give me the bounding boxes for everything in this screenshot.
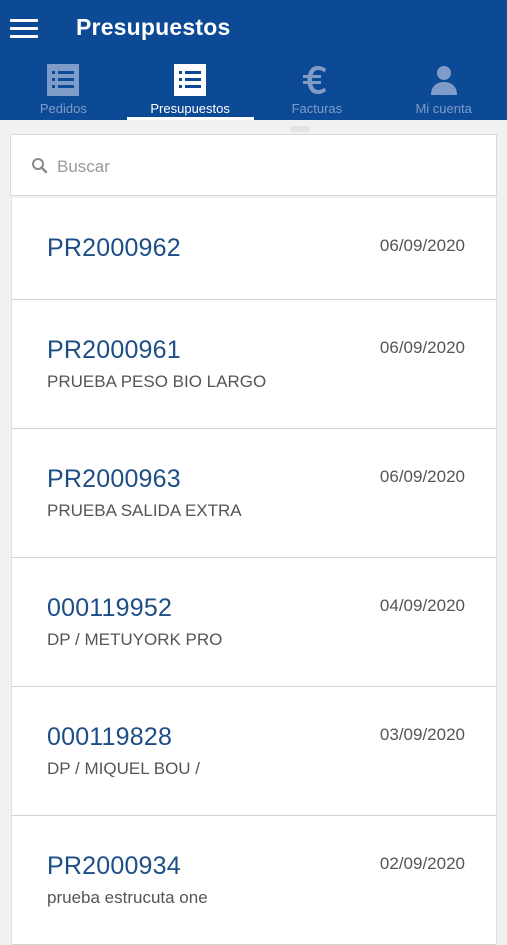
search-icon	[32, 158, 48, 174]
list-item[interactable]: PR2000961 06/09/2020 PRUEBA PESO BIO LAR…	[11, 300, 497, 429]
tab-label: Presupuestos	[150, 101, 230, 116]
list-item[interactable]: PR2000962 06/09/2020	[11, 198, 497, 300]
user-icon	[430, 66, 457, 95]
budget-code: 000119828	[47, 723, 173, 751]
list-item[interactable]: PR2000963 06/09/2020 PRUEBA SALIDA EXTRA	[11, 429, 497, 558]
budget-description: DP / METUYORK PRO	[47, 630, 223, 649]
app-bar: Presupuestos Pedidos Presupuestos Factur…	[0, 0, 507, 120]
list-icon	[47, 64, 80, 96]
budget-date: 02/09/2020	[379, 854, 465, 873]
tab-label: Mi cuenta	[415, 101, 472, 116]
tab-label: Pedidos	[39, 101, 87, 116]
tab-mi-cuenta[interactable]: Mi cuenta	[380, 58, 507, 120]
list-item[interactable]: 000119828 03/09/2020 DP / MIQUEL BOU /	[11, 687, 497, 816]
list-item[interactable]: PR2000934 02/09/2020 prueba estrucuta on…	[11, 816, 497, 945]
tab-facturas[interactable]: Facturas	[254, 58, 381, 120]
budget-list: PR2000962 06/09/2020 PR2000961 06/09/202…	[11, 198, 497, 945]
search-input[interactable]	[55, 153, 459, 181]
tab-presupuestos[interactable]: Presupuestos	[126, 58, 254, 120]
budget-description: prueba estrucuta one	[47, 888, 208, 907]
active-tab-indicator	[126, 117, 254, 120]
budget-code: PR2000963	[47, 465, 181, 493]
search-bar[interactable]	[10, 134, 497, 196]
list-item[interactable]: 000119952 04/09/2020 DP / METUYORK PRO	[11, 558, 497, 687]
tab-pedidos[interactable]: Pedidos	[0, 58, 127, 120]
budget-description: DP / MIQUEL BOU /	[47, 759, 201, 778]
budget-date: 06/09/2020	[379, 236, 465, 255]
euro-icon	[302, 66, 326, 94]
hamburger-menu-icon[interactable]	[10, 17, 38, 41]
tab-label: Facturas	[291, 101, 343, 116]
budget-code: PR2000962	[47, 234, 181, 262]
budget-code: PR2000934	[47, 852, 181, 880]
scroll-indicator	[290, 126, 310, 132]
list-icon	[174, 64, 207, 96]
budget-date: 06/09/2020	[379, 338, 465, 357]
budget-date: 06/09/2020	[379, 467, 465, 486]
page-title: Presupuestos	[76, 14, 231, 40]
budget-description: PRUEBA PESO BIO LARGO	[47, 372, 267, 391]
budget-code: PR2000961	[47, 336, 181, 364]
budget-description: PRUEBA SALIDA EXTRA	[47, 501, 242, 520]
budget-date: 03/09/2020	[379, 725, 465, 744]
budget-code: 000119952	[47, 594, 173, 622]
budget-date: 04/09/2020	[379, 596, 465, 615]
tab-bar: Pedidos Presupuestos Facturas Mi cuenta	[0, 58, 507, 120]
